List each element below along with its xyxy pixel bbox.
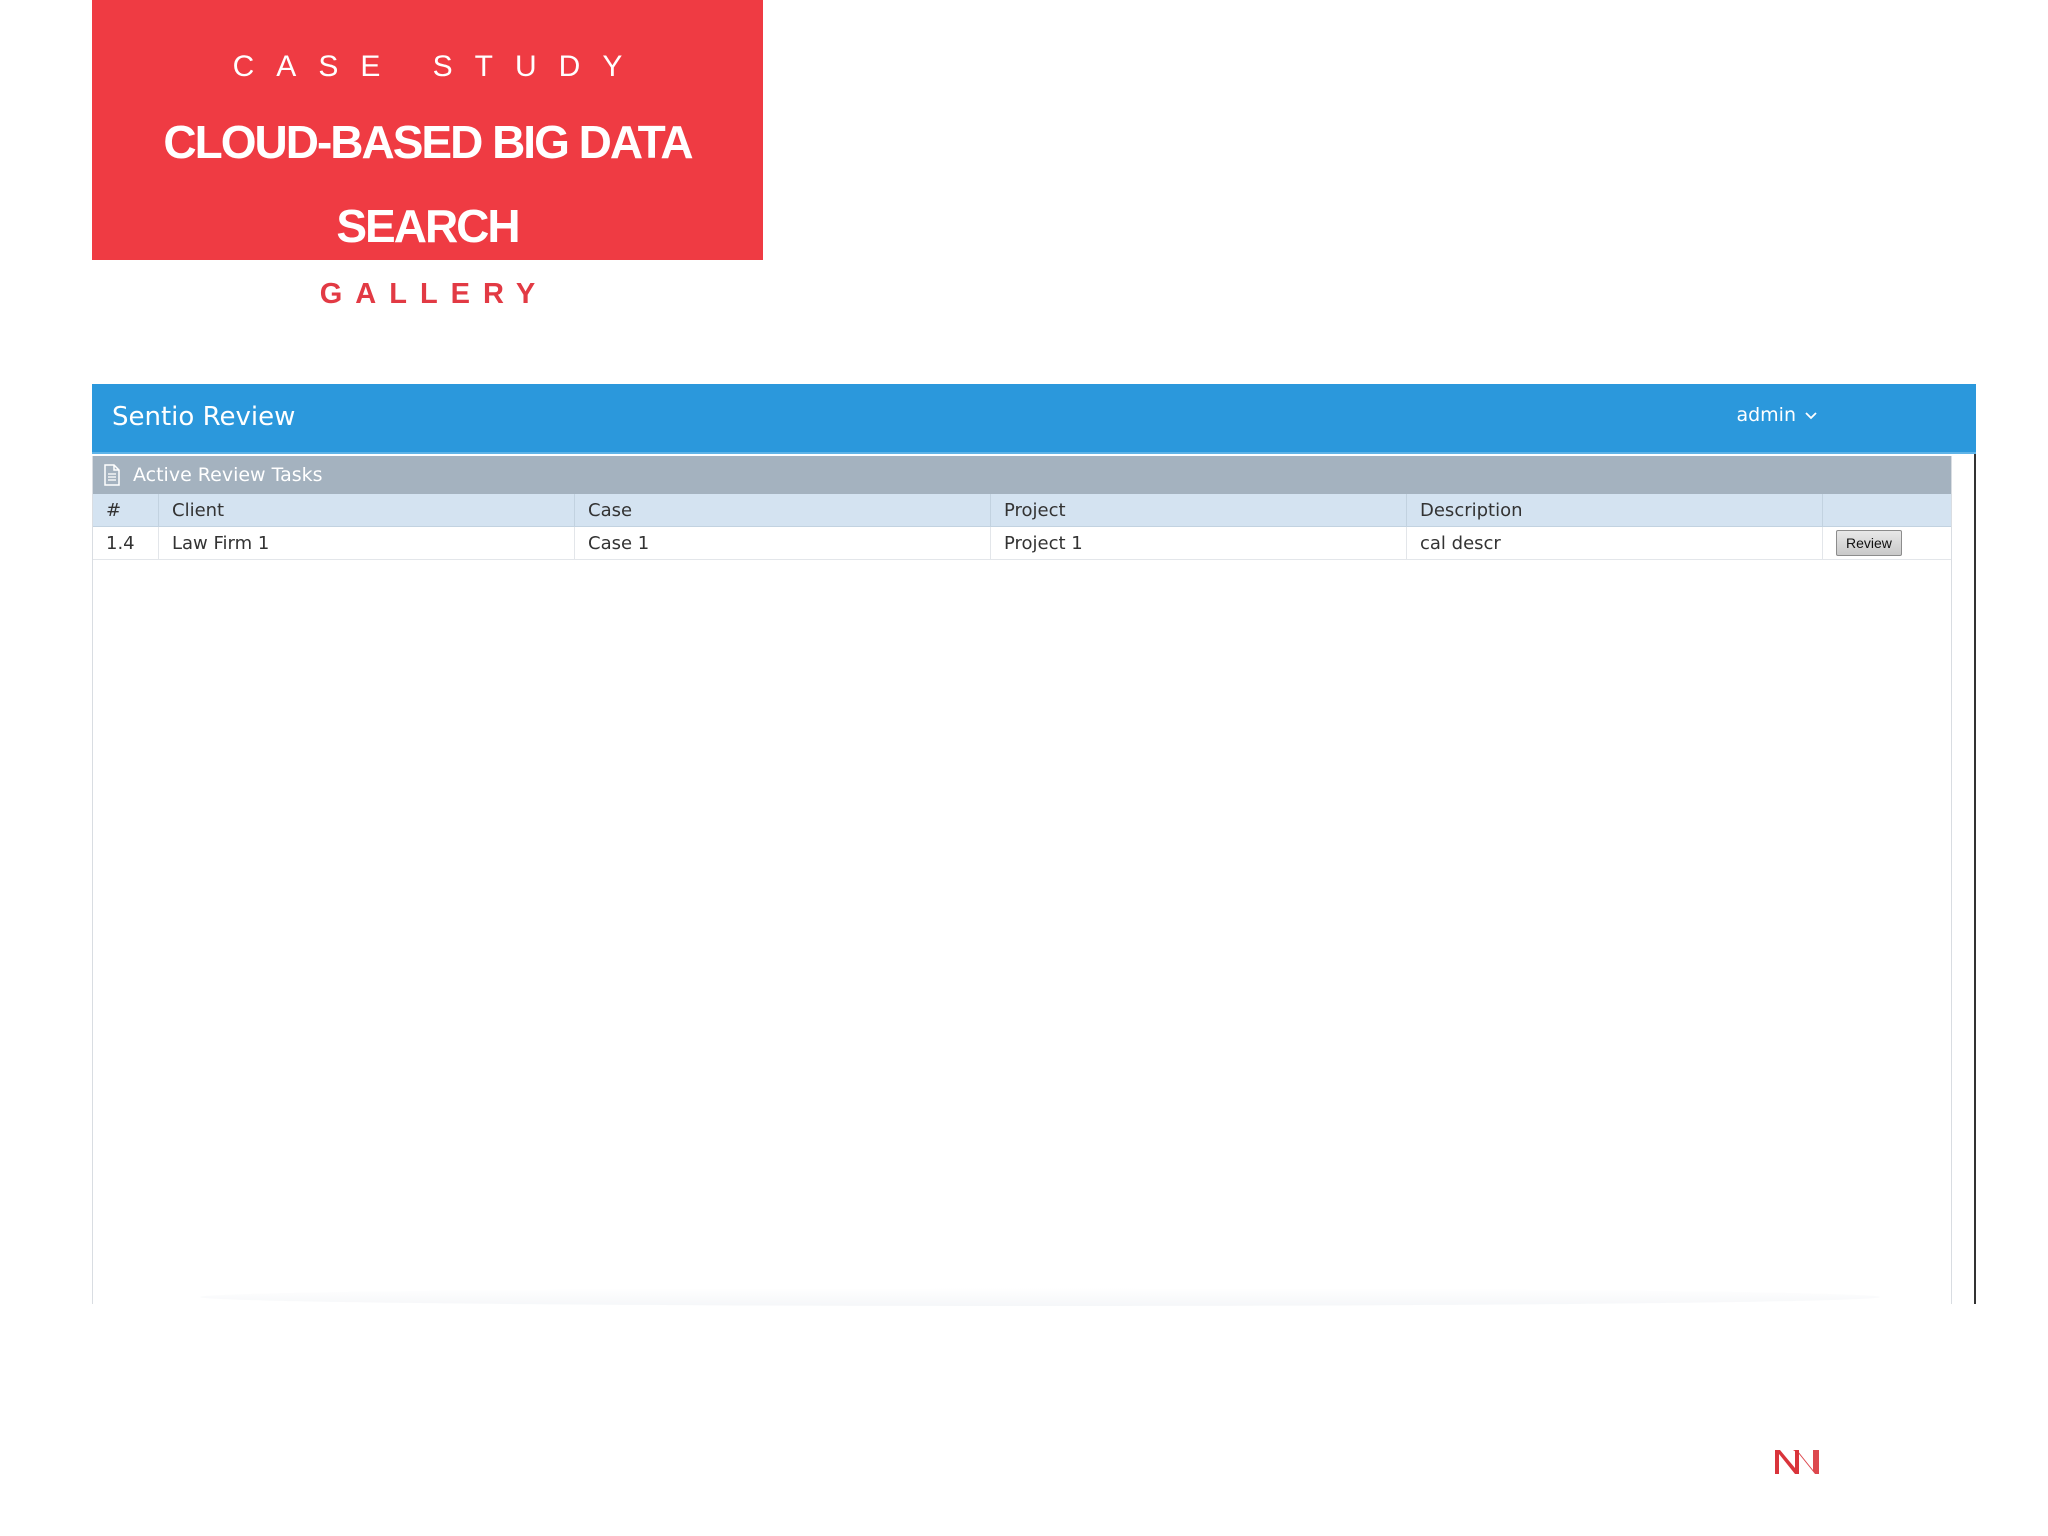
app-window: Sentio Review admin Active Review Tasks (92, 384, 1976, 1304)
user-menu-label: admin (1736, 404, 1796, 426)
case-study-label: CASE STUDY (232, 50, 645, 83)
table-header-row: # Client Case Project Description (93, 494, 1951, 527)
app-header: Sentio Review admin (92, 384, 1976, 454)
table-row: 1.4 Law Firm 1 Case 1 Project 1 cal desc… (93, 526, 1951, 560)
panel-heading: Active Review Tasks (93, 456, 1951, 494)
title-banner: CASE STUDY CLOUD-BASED BIG DATA SEARCH (92, 0, 763, 260)
chevron-down-icon (1805, 412, 1817, 420)
review-button[interactable]: Review (1836, 530, 1902, 556)
app-title[interactable]: Sentio Review (112, 402, 295, 432)
slide-title-line-1: CLOUD-BASED BIG DATA (163, 116, 693, 168)
column-header-case[interactable]: Case (574, 494, 991, 527)
user-menu[interactable]: admin (1736, 404, 1818, 426)
company-logo-icon (1775, 1450, 1819, 1474)
document-icon (104, 464, 120, 486)
slide: CASE STUDY CLOUD-BASED BIG DATA SEARCH G… (0, 0, 2048, 1536)
gallery-label: GALLERY (319, 278, 549, 310)
cell-case: Case 1 (574, 526, 991, 560)
column-header-number[interactable]: # (93, 494, 159, 527)
cell-project: Project 1 (990, 526, 1407, 560)
cell-number: 1.4 (93, 526, 159, 560)
slide-title: CLOUD-BASED BIG DATA SEARCH (92, 100, 763, 268)
column-header-description[interactable]: Description (1406, 494, 1823, 527)
cell-client: Law Firm 1 (158, 526, 575, 560)
review-tasks-table: # Client Case Project Description 1.4 La… (93, 494, 1951, 560)
cell-description: cal descr (1406, 526, 1823, 560)
panel-heading-label: Active Review Tasks (133, 464, 323, 486)
cell-action: Review (1822, 526, 1951, 560)
column-header-client[interactable]: Client (158, 494, 575, 527)
slide-title-line-2: SEARCH (336, 200, 520, 252)
column-header-project[interactable]: Project (990, 494, 1407, 527)
column-header-action (1822, 494, 1951, 527)
active-review-tasks-panel: Active Review Tasks # Client Case Projec… (92, 456, 1952, 1304)
window-shadow (200, 1288, 1880, 1306)
